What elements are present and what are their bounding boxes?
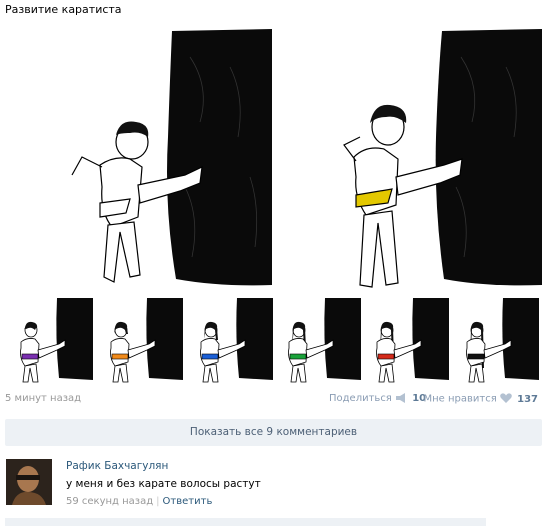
thumbnail-image[interactable] (5, 298, 93, 384)
thumbnail-image[interactable] (361, 298, 449, 384)
comment-input-bar[interactable] (5, 518, 486, 526)
heart-icon (500, 393, 512, 403)
reply-link[interactable]: Ответить (163, 496, 213, 507)
avatar[interactable] (6, 459, 52, 505)
separator: | (156, 496, 160, 507)
thumbnail-image[interactable] (185, 298, 273, 384)
comment-author[interactable]: Рафик Бахчагулян (66, 460, 168, 472)
thumbnail-image[interactable] (273, 298, 361, 384)
thumbnail-image[interactable] (95, 298, 183, 384)
post-meta: 5 минут назад Поделиться 10 Мне нравится… (5, 393, 538, 407)
comment: Рафик Бахчагулян у меня и без карате вол… (6, 459, 546, 515)
like-label: Мне нравится (423, 393, 497, 405)
comment-meta: 59 секунд назад | Ответить (66, 496, 212, 507)
share-label: Поделиться (329, 393, 392, 404)
comment-time[interactable]: 59 секунд назад (66, 496, 153, 507)
large-image-1[interactable] (60, 27, 272, 290)
comment-text: у меня и без карате волосы растут (66, 478, 261, 490)
large-image-2[interactable] (326, 27, 546, 290)
like-count: 137 (517, 393, 538, 405)
post-time[interactable]: 5 минут назад (5, 393, 81, 404)
like-button[interactable]: Мне нравится 137 (423, 393, 538, 405)
post-images (0, 0, 556, 526)
share-button[interactable]: Поделиться 10 (329, 393, 426, 404)
show-all-comments-button[interactable]: Показать все 9 комментариев (5, 419, 542, 446)
thumbnail-image[interactable] (451, 298, 539, 384)
megaphone-icon (396, 393, 406, 403)
